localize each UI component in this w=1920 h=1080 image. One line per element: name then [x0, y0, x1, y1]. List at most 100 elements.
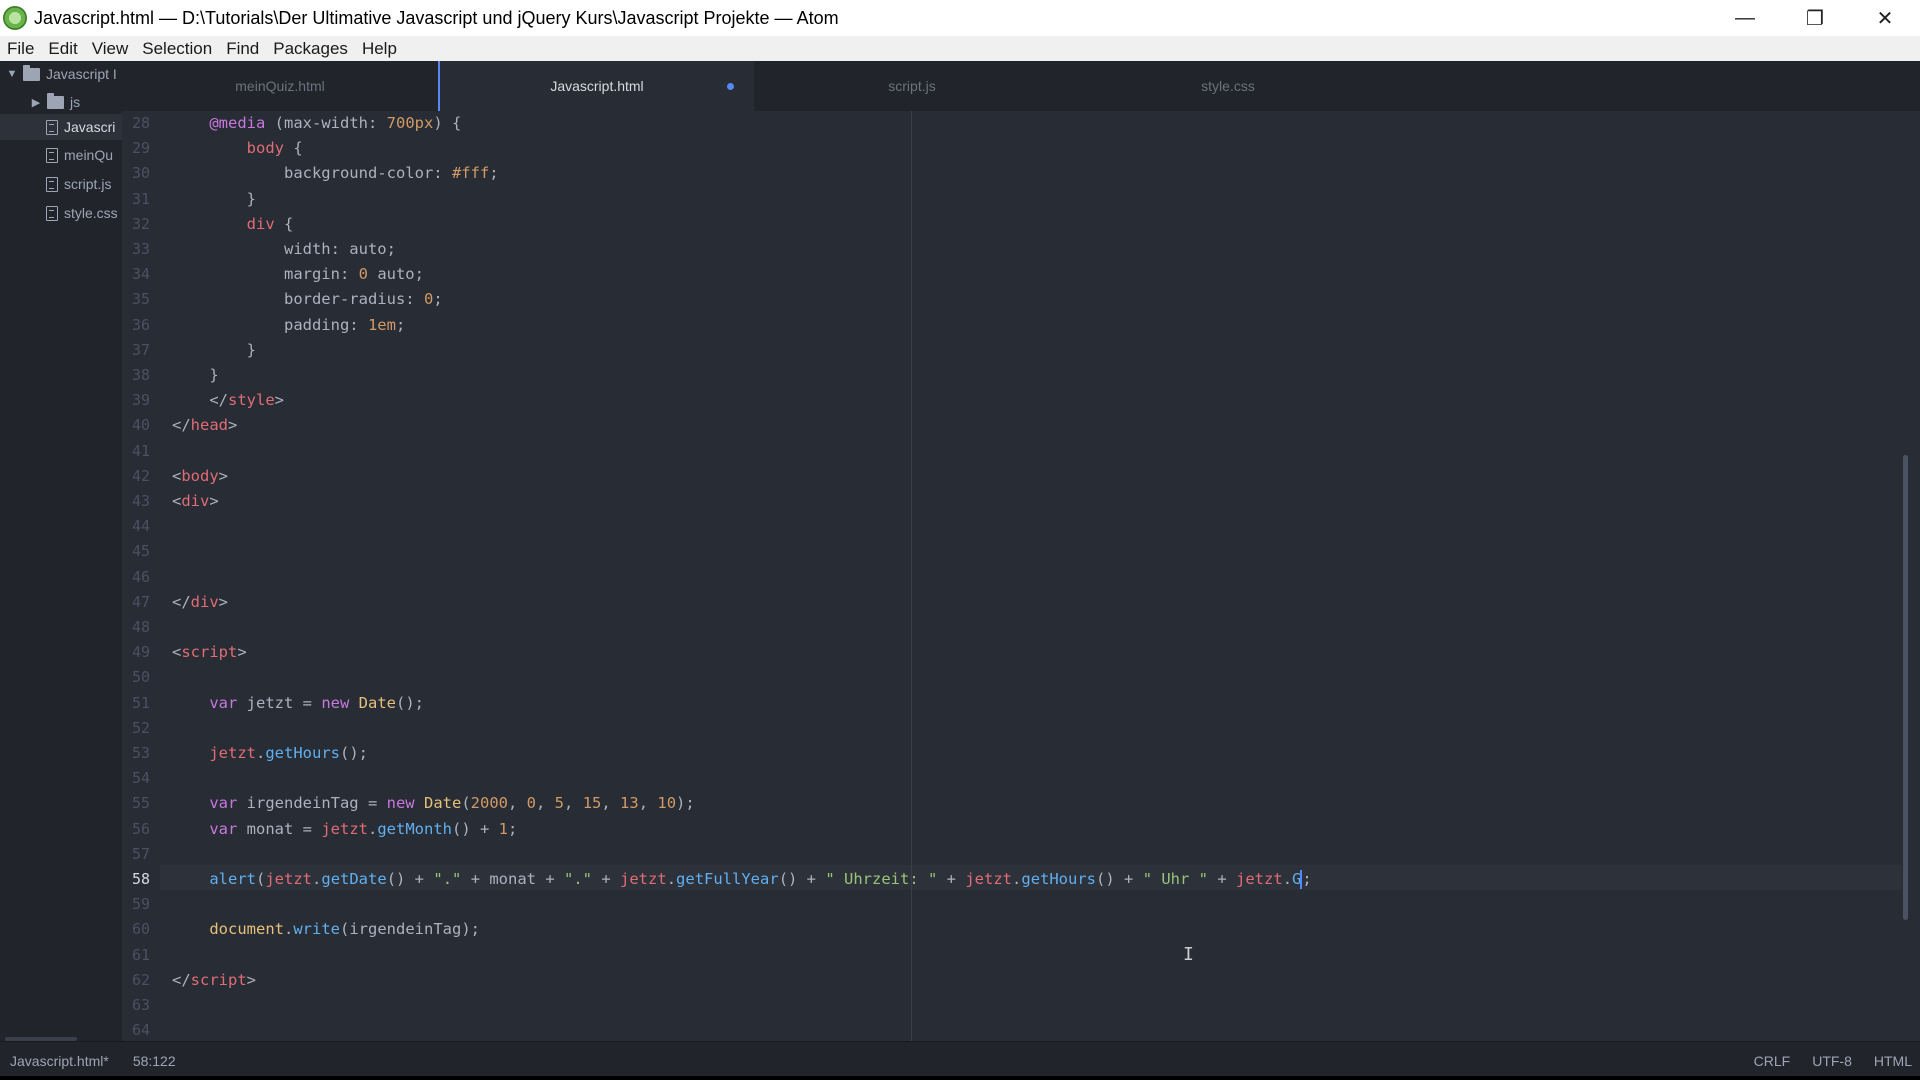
code-line[interactable]: <div>: [172, 489, 219, 514]
code-line[interactable]: }: [172, 363, 218, 388]
tree-root[interactable]: ▼ Javascript I: [6, 61, 117, 87]
code-token: ();: [396, 694, 424, 712]
tab-label: script.js: [888, 78, 936, 94]
code-token: div: [246, 215, 275, 233]
code-token: () +: [778, 870, 826, 888]
menu-packages[interactable]: Packages: [266, 39, 355, 59]
code-token: ();: [340, 744, 368, 762]
code-token: + monat +: [461, 870, 565, 888]
status-file-name[interactable]: Javascript.html*: [10, 1053, 109, 1069]
code-token: +: [1208, 870, 1237, 888]
code-editor[interactable]: @media (max-width: 700px) { body { backg…: [172, 111, 1902, 1041]
code-line[interactable]: </div>: [172, 590, 228, 615]
tree-item-js[interactable]: ▶ js: [30, 89, 80, 115]
status-encoding[interactable]: UTF-8: [1812, 1053, 1852, 1069]
menu-help[interactable]: Help: [355, 39, 404, 59]
code-token: >: [209, 492, 219, 510]
code-token: >: [274, 391, 285, 409]
code-line[interactable]: jetzt.getHours();: [172, 741, 368, 766]
code-line[interactable]: </style>: [172, 388, 284, 413]
line-number: 62: [131, 971, 150, 989]
code-token: <: [172, 467, 182, 485]
code-line[interactable]: document.write(irgendeinTag);: [172, 917, 480, 942]
code-token: #fff: [451, 164, 490, 182]
status-line-ending[interactable]: CRLF: [1754, 1053, 1791, 1069]
tab-bar: meinQuiz.html Javascript.html script.js …: [122, 61, 1920, 111]
code-token: (: [256, 870, 266, 888]
tab-label: meinQuiz.html: [235, 78, 325, 94]
tree-item-meinquiz-html[interactable]: meinQu: [46, 142, 113, 168]
tree-item-javascript-html[interactable]: Javascri: [0, 114, 122, 140]
code-token: new: [321, 694, 350, 712]
menu-file[interactable]: File: [0, 39, 41, 59]
code-token: .: [312, 870, 322, 888]
menu-edit[interactable]: Edit: [41, 39, 84, 59]
status-grammar[interactable]: HTML: [1874, 1053, 1912, 1069]
line-number: 32: [131, 215, 150, 233]
line-number: 29: [131, 139, 150, 157]
tab-script-js[interactable]: script.js: [754, 61, 1070, 111]
code-token: padding:: [172, 316, 368, 334]
tab-meinquiz-html[interactable]: meinQuiz.html: [122, 61, 438, 111]
code-token: 13: [620, 794, 639, 812]
code-token: style: [228, 391, 275, 409]
code-line[interactable]: }: [172, 187, 256, 212]
code-token: getHours: [1021, 870, 1097, 888]
line-number-gutter[interactable]: 28 29 30 31 32 33 34 35 36 37 38 39 40 41 42 43 44 45 46 47…: [122, 111, 160, 1041]
code-token: >: [246, 971, 257, 989]
code-line[interactable]: </script>: [172, 968, 256, 993]
code-line[interactable]: }: [172, 338, 256, 363]
tree-root-label: Javascript I: [46, 66, 117, 82]
tree-item-script-js[interactable]: script.js: [46, 171, 111, 197]
menu-find[interactable]: Find: [219, 39, 266, 59]
code-line[interactable]: </head>: [172, 413, 237, 438]
code-line[interactable]: padding: 1em;: [172, 313, 405, 338]
code-token: }: [172, 341, 256, 359]
code-token: .: [368, 820, 378, 838]
code-line[interactable]: body {: [172, 136, 303, 161]
modified-indicator-icon[interactable]: [727, 83, 734, 90]
code-token: jetzt: [965, 870, 1013, 888]
code-line[interactable]: var monat = jetzt.getMonth() + 1;: [172, 817, 517, 842]
editor-vertical-scrollbar[interactable]: [1903, 455, 1908, 920]
code-token: getHours: [265, 744, 340, 762]
code-token: () +: [452, 820, 499, 838]
code-token: 0: [423, 290, 434, 308]
menu-view[interactable]: View: [85, 39, 136, 59]
code-line[interactable]: margin: 0 auto;: [172, 262, 424, 287]
code-line[interactable]: var jetzt = new Date();: [172, 691, 424, 716]
menu-selection[interactable]: Selection: [135, 39, 219, 59]
code-token: document: [209, 920, 284, 938]
code-line[interactable]: <body>: [172, 464, 228, 489]
code-line[interactable]: @media (max-width: 700px) {: [172, 111, 461, 136]
restore-button[interactable]: ❐: [1780, 0, 1850, 36]
code-line[interactable]: width: auto;: [172, 237, 396, 262]
status-cursor-position[interactable]: 58:122: [133, 1053, 176, 1069]
code-token: Date: [423, 794, 462, 812]
line-number: 40: [131, 416, 150, 434]
close-button[interactable]: ✕: [1850, 0, 1920, 36]
code-line[interactable]: div {: [172, 212, 294, 237]
code-line[interactable]: background-color: #fff;: [172, 161, 499, 186]
code-token: () +: [1096, 870, 1143, 888]
minimize-button[interactable]: —: [1710, 0, 1780, 36]
tab-javascript-html[interactable]: Javascript.html: [438, 61, 754, 111]
code-line[interactable]: <script>: [172, 640, 247, 665]
code-line[interactable]: var irgendeinTag = new Date(2000, 0, 5, …: [172, 791, 694, 816]
tab-style-css[interactable]: style.css: [1070, 61, 1386, 111]
line-number: 31: [131, 190, 150, 208]
code-token: <: [172, 492, 182, 510]
code-token: 1: [498, 820, 509, 838]
code-token: div: [181, 492, 210, 510]
tree-item-style-css[interactable]: style.css: [46, 200, 118, 226]
code-token: script: [181, 643, 238, 661]
line-number: 60: [131, 920, 150, 938]
code-line[interactable]: alert(jetzt.getDate() + "." + monat + ".…: [172, 867, 1312, 892]
code-token: write: [293, 920, 340, 938]
code-line[interactable]: border-radius: 0;: [172, 287, 443, 312]
close-icon: ✕: [1876, 7, 1894, 30]
code-token: .: [666, 870, 677, 888]
